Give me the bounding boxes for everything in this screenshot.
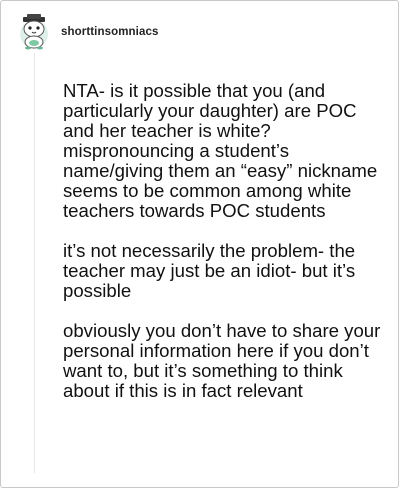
post-body: NTA- is it possible that you (and partic…: [63, 81, 383, 421]
post-username[interactable]: shorttinsomniacs: [61, 26, 158, 38]
avatar[interactable]: [15, 13, 53, 51]
post-card: shorttinsomniacs NTA- is it possible tha…: [0, 0, 399, 488]
post-paragraph-1: NTA- is it possible that you (and partic…: [63, 80, 378, 221]
post-paragraph-2: it’s not necessarily the problem- the te…: [63, 240, 356, 301]
cartoon-character-avatar-icon: [20, 14, 48, 50]
post-paragraph-3: obviously you don’t have to share your p…: [63, 320, 381, 401]
thread-line: [34, 53, 35, 473]
